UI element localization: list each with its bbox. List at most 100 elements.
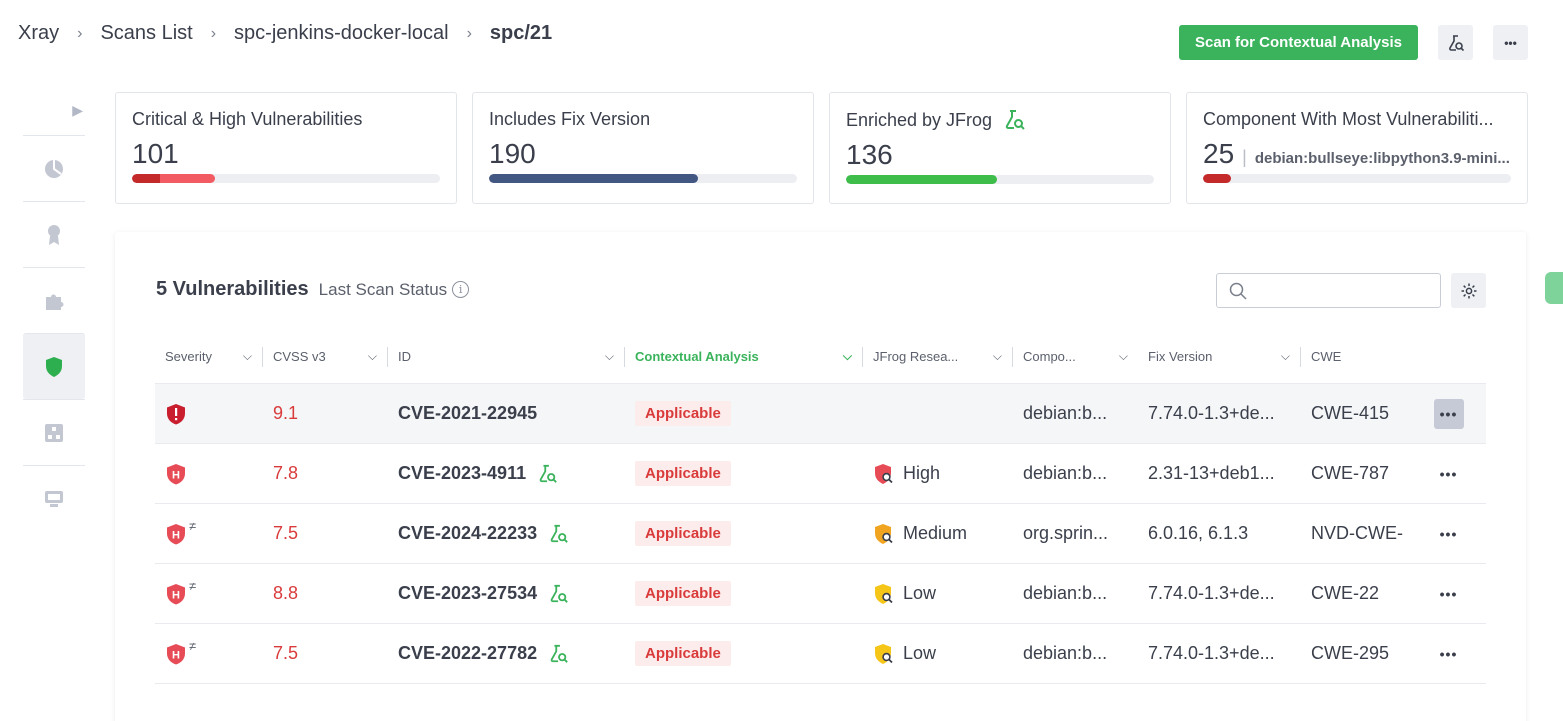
table-row[interactable]: H ≠ 7.5 CVE-2022-27782 Applicable Low debian:b…	[155, 624, 1486, 684]
high-severity-icon: H	[167, 583, 185, 604]
search-input[interactable]	[1255, 282, 1435, 299]
column-component[interactable]: Compo... ⌵	[1013, 347, 1138, 367]
breadcrumb-scans-list[interactable]: Scans List	[100, 22, 192, 45]
column-fix-version[interactable]: Fix Version ⌵	[1138, 346, 1301, 367]
jfrog-research-cell: Medium	[863, 523, 1013, 545]
svg-text:H: H	[172, 469, 180, 481]
rail-item-dependencies[interactable]	[23, 399, 85, 465]
vulnerabilities-table: Severity ⌵ CVSS v3 ⌵ ID ⌵ Contextual Analys…	[155, 330, 1486, 684]
column-jfrog-research[interactable]: JFrog Resea... ⌵	[863, 346, 1013, 367]
card-title-text: Enriched by JFrog	[846, 109, 993, 130]
gear-icon	[1461, 283, 1476, 298]
id-cell: CVE-2024-22233	[388, 523, 625, 544]
cvss-cell: 9.1	[273, 403, 299, 423]
card-top-component[interactable]: Component With Most Vulnerabiliti... 25 …	[1186, 92, 1528, 204]
chevron-right-icon: ›	[466, 24, 472, 42]
last-scan-status: Last Scan Status i	[319, 280, 470, 300]
cve-id[interactable]: CVE-2023-27534	[398, 583, 537, 604]
rail-item-build[interactable]	[23, 465, 85, 531]
chevron-down-icon: ⌵	[992, 349, 1002, 363]
progress-segment	[1203, 174, 1231, 183]
row-more-button[interactable]: •••	[1433, 398, 1464, 429]
progress-segment	[846, 175, 997, 184]
jfrog-severity: Low	[873, 643, 936, 665]
severity-cell: H ≠	[155, 523, 263, 545]
fix-version-cell: 2.31-13+deb1...	[1148, 463, 1275, 483]
card-value: 190	[489, 138, 536, 169]
cve-id[interactable]: CVE-2021-22945	[398, 403, 537, 424]
scan-settings-button[interactable]	[1438, 25, 1473, 60]
scan-contextual-analysis-button[interactable]: Scan for Contextual Analysis	[1179, 25, 1418, 60]
critical-severity-icon	[167, 403, 185, 424]
table-row[interactable]: H ≠ 7.5 CVE-2024-22233 Applicable Medium org.s…	[155, 504, 1486, 564]
cve-id[interactable]: CVE-2024-22233	[398, 523, 537, 544]
feedback-tab[interactable]	[1545, 272, 1563, 304]
cve-id[interactable]: CVE-2023-4911	[398, 463, 526, 484]
chevron-down-icon: ⌵	[1280, 349, 1290, 363]
card-title: Critical & High Vulnerabilities	[132, 109, 440, 130]
expand-rail-button[interactable]: ▶	[23, 85, 85, 135]
pie-chart-icon	[45, 159, 63, 178]
flask-search-icon	[1005, 110, 1025, 130]
rail-item-summary[interactable]	[23, 135, 85, 201]
card-fix-version[interactable]: Includes Fix Version 190	[472, 92, 814, 204]
breadcrumb-repository[interactable]: spc-jenkins-docker-local	[234, 22, 449, 45]
card-title-text: Includes Fix Version	[489, 109, 651, 129]
severity-cell	[155, 403, 263, 425]
breadcrumb-current: spc/21	[489, 22, 553, 44]
card-title-text: Critical & High Vulnerabilities	[132, 109, 363, 129]
row-more-button[interactable]: •••	[1434, 579, 1464, 609]
severity-cell: H ≠	[155, 583, 263, 605]
row-more-button[interactable]: •••	[1434, 639, 1464, 669]
chevron-right-icon: ›	[210, 24, 217, 42]
svg-text:H: H	[172, 589, 180, 601]
component-cell: org.sprin...	[1023, 523, 1109, 543]
table-row[interactable]: H ≠ 8.8 CVE-2023-27534 Applicable Low debian:b…	[155, 564, 1486, 624]
card-enriched-jfrog[interactable]: Enriched by JFrog 136	[829, 92, 1171, 204]
column-id[interactable]: ID ⌵	[388, 346, 625, 367]
column-cvss[interactable]: CVSS v3 ⌵	[263, 346, 388, 367]
puzzle-icon	[46, 294, 64, 310]
card-title: Includes Fix Version	[489, 109, 797, 130]
table-row[interactable]: H 7.8 CVE-2023-4911 Applicable High debian:b.…	[155, 444, 1486, 504]
id-cell: CVE-2022-27782	[388, 643, 625, 664]
row-actions-cell: •••	[1411, 579, 1486, 609]
table-row[interactable]: 9.1 CVE-2021-22945 Applicable debian:b... 7.…	[155, 384, 1486, 444]
cwe-cell: NVD-CWE-	[1311, 523, 1403, 543]
svg-text:H: H	[172, 649, 180, 661]
rail-item-licenses[interactable]	[23, 201, 85, 267]
column-label: ID	[398, 349, 411, 364]
row-more-button[interactable]: •••	[1434, 459, 1464, 489]
more-icon: •••	[1504, 35, 1517, 50]
fix-version-cell: 6.0.16, 6.1.3	[1148, 523, 1249, 543]
table-settings-button[interactable]	[1451, 273, 1486, 308]
info-icon[interactable]: i	[452, 281, 470, 298]
not-equal-icon: ≠	[189, 642, 197, 654]
contextual-analysis-cell: Applicable	[625, 581, 863, 606]
fix-version-cell: 7.74.0-1.3+de...	[1148, 643, 1275, 663]
rail-item-security[interactable]	[23, 333, 85, 399]
more-options-button[interactable]: •••	[1493, 25, 1528, 60]
column-cwe[interactable]: CWE	[1301, 347, 1411, 367]
progress-bar	[846, 175, 1154, 184]
card-value: 25	[1203, 138, 1235, 169]
component-name: debian:bullseye:libpython3.9-mini...	[1254, 150, 1510, 167]
cve-id[interactable]: CVE-2022-27782	[398, 643, 537, 664]
fix-version-cell: 7.74.0-1.3+de...	[1148, 403, 1275, 423]
column-severity[interactable]: Severity ⌵	[155, 346, 263, 367]
card-value-row: 25 | debian:bullseye:libpython3.9-mini..…	[1203, 138, 1511, 170]
card-critical-high[interactable]: Critical & High Vulnerabilities 101	[115, 92, 457, 204]
jfrog-research-cell: Low	[863, 583, 1013, 605]
vulnerabilities-count: 5 Vulnerabilities	[156, 278, 309, 300]
table-header: Severity ⌵ CVSS v3 ⌵ ID ⌵ Contextual Analys…	[155, 330, 1486, 384]
column-contextual-analysis[interactable]: Contextual Analysis ⌵	[625, 346, 863, 367]
server-icon	[45, 490, 63, 507]
rail-item-components[interactable]	[23, 267, 85, 333]
fix-version-cell: 7.74.0-1.3+de...	[1148, 583, 1275, 603]
header-actions: Scan for Contextual Analysis •••	[1179, 25, 1528, 60]
badge-icon	[48, 224, 60, 245]
breadcrumb-xray[interactable]: Xray	[18, 22, 59, 45]
row-more-button[interactable]: •••	[1434, 519, 1464, 549]
card-title: Component With Most Vulnerabiliti...	[1203, 109, 1511, 130]
jfrog-severity-label: High	[903, 463, 941, 483]
